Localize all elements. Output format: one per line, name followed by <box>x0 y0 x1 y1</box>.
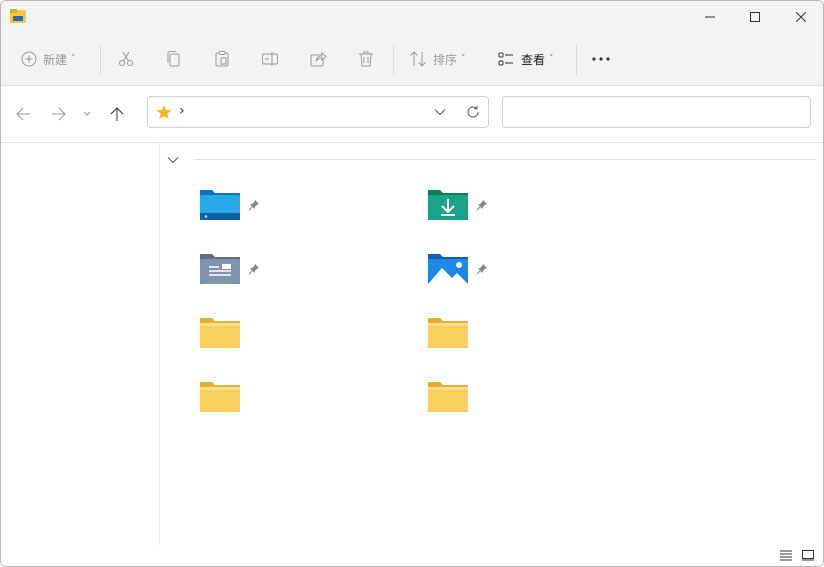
chevron-down-icon: ˅ <box>461 54 466 64</box>
file-explorer-window: 新建 ˅ 排序 ˅ 查看 ˅ › <box>0 0 824 567</box>
new-button[interactable]: 新建 ˅ <box>21 45 76 73</box>
trash-icon <box>359 51 373 67</box>
details-view-icon <box>780 550 792 561</box>
breadcrumb-separator: › <box>179 103 185 119</box>
content-area <box>160 143 823 545</box>
folder-icon <box>428 318 468 348</box>
navigation-bar: › <box>1 86 823 143</box>
title-bar <box>1 1 823 33</box>
view-label: 查看 <box>521 52 546 67</box>
toolbar-divider <box>576 45 577 75</box>
downloads-folder-icon <box>428 190 468 220</box>
pin-icon <box>476 200 487 211</box>
maximize-icon <box>750 12 760 22</box>
minimize-icon <box>705 16 715 18</box>
quick-access-item[interactable] <box>426 250 626 302</box>
chevron-down-icon: ˅ <box>71 54 76 64</box>
quick-access-item[interactable] <box>198 378 398 430</box>
pin-icon <box>248 200 259 211</box>
rename-icon <box>262 52 278 66</box>
quick-access-item[interactable] <box>198 186 398 238</box>
group-divider <box>194 159 816 160</box>
arrow-left-icon <box>16 107 30 121</box>
large-icons-view-button[interactable] <box>800 548 816 562</box>
cut-button[interactable] <box>117 45 135 73</box>
desktop-folder-icon <box>200 190 240 220</box>
group-collapse-chevron-icon[interactable] <box>166 153 180 167</box>
toolbar-divider <box>100 45 101 75</box>
more-options-button[interactable] <box>591 45 611 73</box>
more-icon <box>592 57 610 61</box>
toolbar-divider <box>393 45 394 75</box>
chevron-down-icon[interactable] <box>434 108 446 116</box>
details-view-button[interactable] <box>778 548 794 562</box>
view-list-icon <box>498 52 513 66</box>
sort-label: 排序 <box>433 52 458 67</box>
recent-locations-button[interactable] <box>77 102 97 126</box>
folder-icon <box>200 318 240 348</box>
paste-icon <box>215 51 229 67</box>
refresh-icon[interactable] <box>466 105 480 119</box>
view-button[interactable]: 查看 ˅ <box>497 45 554 73</box>
file-explorer-app-icon <box>10 9 26 23</box>
paste-button[interactable] <box>213 45 231 73</box>
minimize-button[interactable] <box>687 1 733 33</box>
address-bar[interactable]: › <box>147 96 489 128</box>
new-label: 新建 <box>43 52 68 67</box>
copy-button[interactable] <box>165 45 183 73</box>
arrow-up-icon <box>110 107 124 121</box>
sort-button[interactable]: 排序 ˅ <box>409 45 466 73</box>
pictures-folder-icon <box>428 254 468 284</box>
rename-button[interactable] <box>261 45 279 73</box>
quick-access-item[interactable] <box>426 378 626 430</box>
up-button[interactable] <box>105 102 129 126</box>
large-icons-view-icon <box>802 550 814 561</box>
arrow-right-icon <box>52 107 66 121</box>
pin-icon <box>476 264 487 275</box>
star-icon <box>156 105 172 119</box>
share-icon <box>310 51 327 67</box>
close-button[interactable] <box>778 1 823 33</box>
forward-button[interactable] <box>47 102 71 126</box>
quick-access-item[interactable] <box>198 314 398 366</box>
quick-access-item[interactable] <box>426 186 626 238</box>
chevron-down-icon: ˅ <box>549 54 554 64</box>
folder-icon <box>200 382 240 412</box>
delete-button[interactable] <box>357 45 375 73</box>
copy-icon <box>167 51 180 67</box>
command-bar: 新建 ˅ 排序 ˅ 查看 ˅ <box>1 33 823 86</box>
chevron-down-icon <box>83 111 91 116</box>
maximize-button[interactable] <box>732 1 778 33</box>
status-bar <box>1 545 823 566</box>
search-input[interactable] <box>502 96 811 128</box>
pin-icon <box>248 264 259 275</box>
navigation-pane[interactable] <box>1 143 160 545</box>
documents-folder-icon <box>200 254 240 284</box>
quick-access-item[interactable] <box>198 250 398 302</box>
add-icon <box>21 51 37 67</box>
scissors-icon <box>119 51 133 66</box>
folder-icon <box>428 382 468 412</box>
back-button[interactable] <box>11 102 35 126</box>
share-button[interactable] <box>309 45 327 73</box>
sort-icon <box>410 51 426 67</box>
close-icon <box>796 12 806 22</box>
quick-access-item[interactable] <box>426 314 626 366</box>
